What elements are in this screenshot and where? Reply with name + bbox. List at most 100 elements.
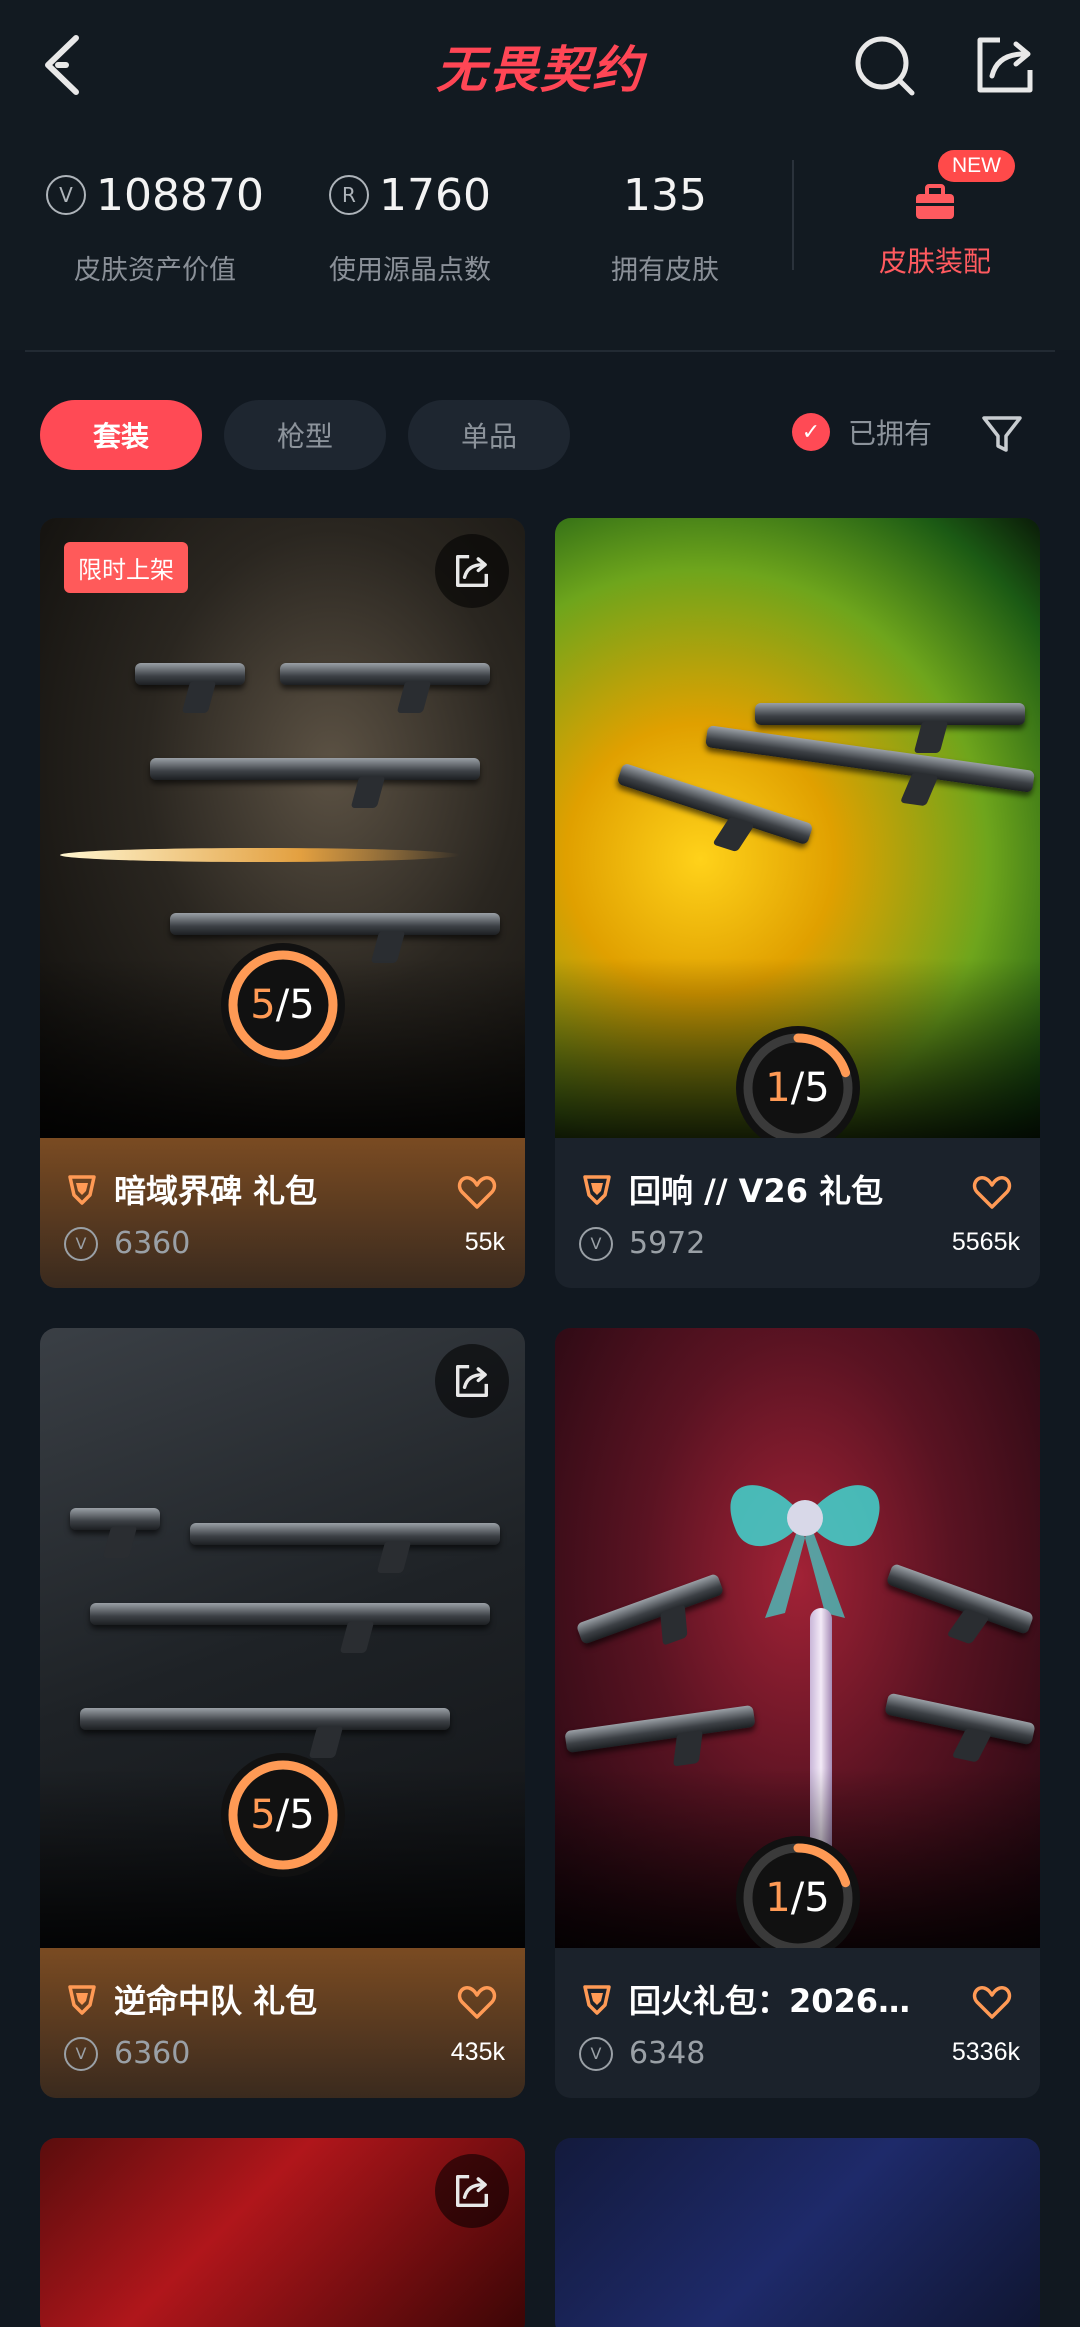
share-icon[interactable]	[970, 30, 1040, 100]
check-icon: ✓	[792, 413, 830, 451]
bundle-info: 暗域界碑 礼包 V 6360 55k	[40, 1138, 525, 1288]
new-badge: NEW	[938, 150, 1015, 182]
heart-icon[interactable]	[457, 1174, 497, 1210]
owned-toggle[interactable]: ✓ 已拥有	[792, 412, 932, 452]
valorant-point-icon: V	[64, 1226, 98, 1261]
stat-asset-value: V 108870 皮肤资产价值	[40, 160, 270, 287]
stat-skins-owned: 135 拥有皮肤	[560, 160, 770, 287]
tier-icon	[583, 1175, 611, 1205]
limited-badge: 限时上架	[64, 542, 188, 593]
bundle-price: 6348	[629, 2036, 706, 2071]
weapon-image	[280, 663, 490, 685]
owned-count: 5	[250, 982, 276, 1028]
bundle-artwork: 5/5	[40, 1328, 525, 1948]
share-icon	[456, 1365, 488, 1397]
tab-single-item[interactable]: 单品	[408, 400, 570, 470]
owned-label: 已拥有	[848, 417, 933, 450]
weapon-image	[885, 1563, 1035, 1635]
bundle-price: 5972	[629, 1226, 706, 1261]
divider	[792, 160, 794, 270]
bundle-card[interactable]: 5/5 逆命中队 礼包 V 6360 435k	[40, 1328, 525, 2098]
total-count: 5	[289, 982, 315, 1028]
bundle-artwork	[555, 2138, 1040, 2327]
bundle-artwork: 1/5	[555, 518, 1040, 1138]
bundle-artwork	[40, 2138, 525, 2327]
filter-icon[interactable]	[980, 412, 1024, 456]
weapon-image	[705, 725, 1035, 793]
bundle-price: 6360	[114, 2036, 191, 2071]
radianite-point-icon: R	[329, 175, 369, 215]
weapon-image	[170, 913, 500, 935]
valorant-point-icon: V	[579, 2036, 613, 2071]
bundle-title: 逆命中队 礼包	[114, 1982, 318, 2020]
weapon-image	[80, 1708, 450, 1730]
bundle-card[interactable]: 1/5 回响 // V26 礼包 V 5972 5565k	[555, 518, 1040, 1288]
share-button[interactable]	[435, 2154, 509, 2228]
asset-value-label: 皮肤资产价值	[74, 255, 236, 286]
stats-panel: V 108870 皮肤资产价值 R 1760 使用源晶点数 135 拥有皮肤 N…	[0, 130, 1080, 350]
owned-count: 1	[765, 1875, 791, 1921]
skin-loadout-button[interactable]: NEW 皮肤装配	[830, 148, 1040, 318]
like-count: 55k	[464, 1228, 505, 1256]
valorant-point-icon: V	[579, 1226, 613, 1261]
weapon-image	[70, 1508, 160, 1530]
share-button[interactable]	[435, 1344, 509, 1418]
like-count: 5565k	[951, 1228, 1020, 1256]
weapon-image	[564, 1704, 756, 1754]
tier-icon	[583, 1985, 611, 2015]
collection-progress: 5/5	[218, 1750, 348, 1880]
bundle-artwork: 1/5	[555, 1328, 1040, 1948]
total-count: 5	[289, 1792, 315, 1838]
stat-radianite: R 1760 使用源晶点数	[300, 160, 520, 287]
heart-icon[interactable]	[457, 1984, 497, 2020]
valorant-point-icon: V	[64, 2036, 98, 2071]
bow-ornament-image	[730, 1485, 880, 1618]
divider	[25, 350, 1055, 352]
collection-progress: 1/5	[733, 1023, 863, 1138]
category-tabs: 套装 枪型 单品	[40, 400, 570, 470]
tab-weapon-type[interactable]: 枪型	[224, 400, 386, 470]
bundle-info: 回响 // V26 礼包 V 5972 5565k	[555, 1138, 1040, 1288]
valorant-point-icon: V	[46, 175, 87, 215]
weapon-image	[884, 1692, 1036, 1746]
radianite-label: 使用源晶点数	[329, 255, 491, 286]
bundle-artwork: 限时上架 5/5	[40, 518, 525, 1138]
tier-icon	[68, 1175, 96, 1205]
collection-progress: 5/5	[218, 940, 348, 1070]
share-icon	[456, 555, 488, 587]
bundle-card[interactable]: 限时上架 5/5 暗域界碑 礼包 V 6360 55k	[40, 518, 525, 1288]
bundle-card[interactable]	[40, 2138, 525, 2327]
knife-image	[60, 848, 460, 862]
radianite-value: 1760	[379, 169, 491, 221]
weapon-image	[190, 1523, 500, 1545]
top-bar: 无畏契约	[0, 0, 1080, 130]
search-icon[interactable]	[850, 30, 920, 100]
bundle-title: 回响 // V26 礼包	[629, 1172, 884, 1210]
bundle-card[interactable]: 1/5 回火礼包：2026春... V 6348 5336k	[555, 1328, 1040, 2098]
weapon-image	[755, 703, 1025, 725]
asset-value: 108870	[96, 169, 264, 221]
tier-icon	[68, 1985, 96, 2015]
toolbox-icon	[916, 184, 954, 219]
bundle-card[interactable]	[555, 2138, 1040, 2327]
skins-owned-value: 135	[623, 169, 707, 221]
share-button[interactable]	[435, 534, 509, 608]
bundle-info: 回火礼包：2026春... V 6348 5336k	[555, 1948, 1040, 2098]
bundle-title: 暗域界碑 礼包	[114, 1172, 318, 1210]
owned-count: 5	[250, 1792, 276, 1838]
weapon-image	[616, 762, 814, 846]
bundle-price: 6360	[114, 1226, 191, 1261]
tab-bundles[interactable]: 套装	[40, 400, 202, 470]
bundle-title: 回火礼包：2026春...	[629, 1982, 940, 2020]
heart-icon[interactable]	[972, 1984, 1012, 2020]
owned-count: 1	[765, 1065, 791, 1111]
weapon-image	[135, 663, 245, 685]
bundle-info: 逆命中队 礼包 V 6360 435k	[40, 1948, 525, 2098]
like-count: 435k	[450, 2038, 505, 2066]
total-count: 5	[804, 1065, 830, 1111]
like-count: 5336k	[951, 2038, 1020, 2066]
skins-owned-label: 拥有皮肤	[611, 255, 719, 286]
skin-loadout-label: 皮肤装配	[878, 245, 991, 278]
heart-icon[interactable]	[972, 1174, 1012, 1210]
total-count: 5	[804, 1875, 830, 1921]
